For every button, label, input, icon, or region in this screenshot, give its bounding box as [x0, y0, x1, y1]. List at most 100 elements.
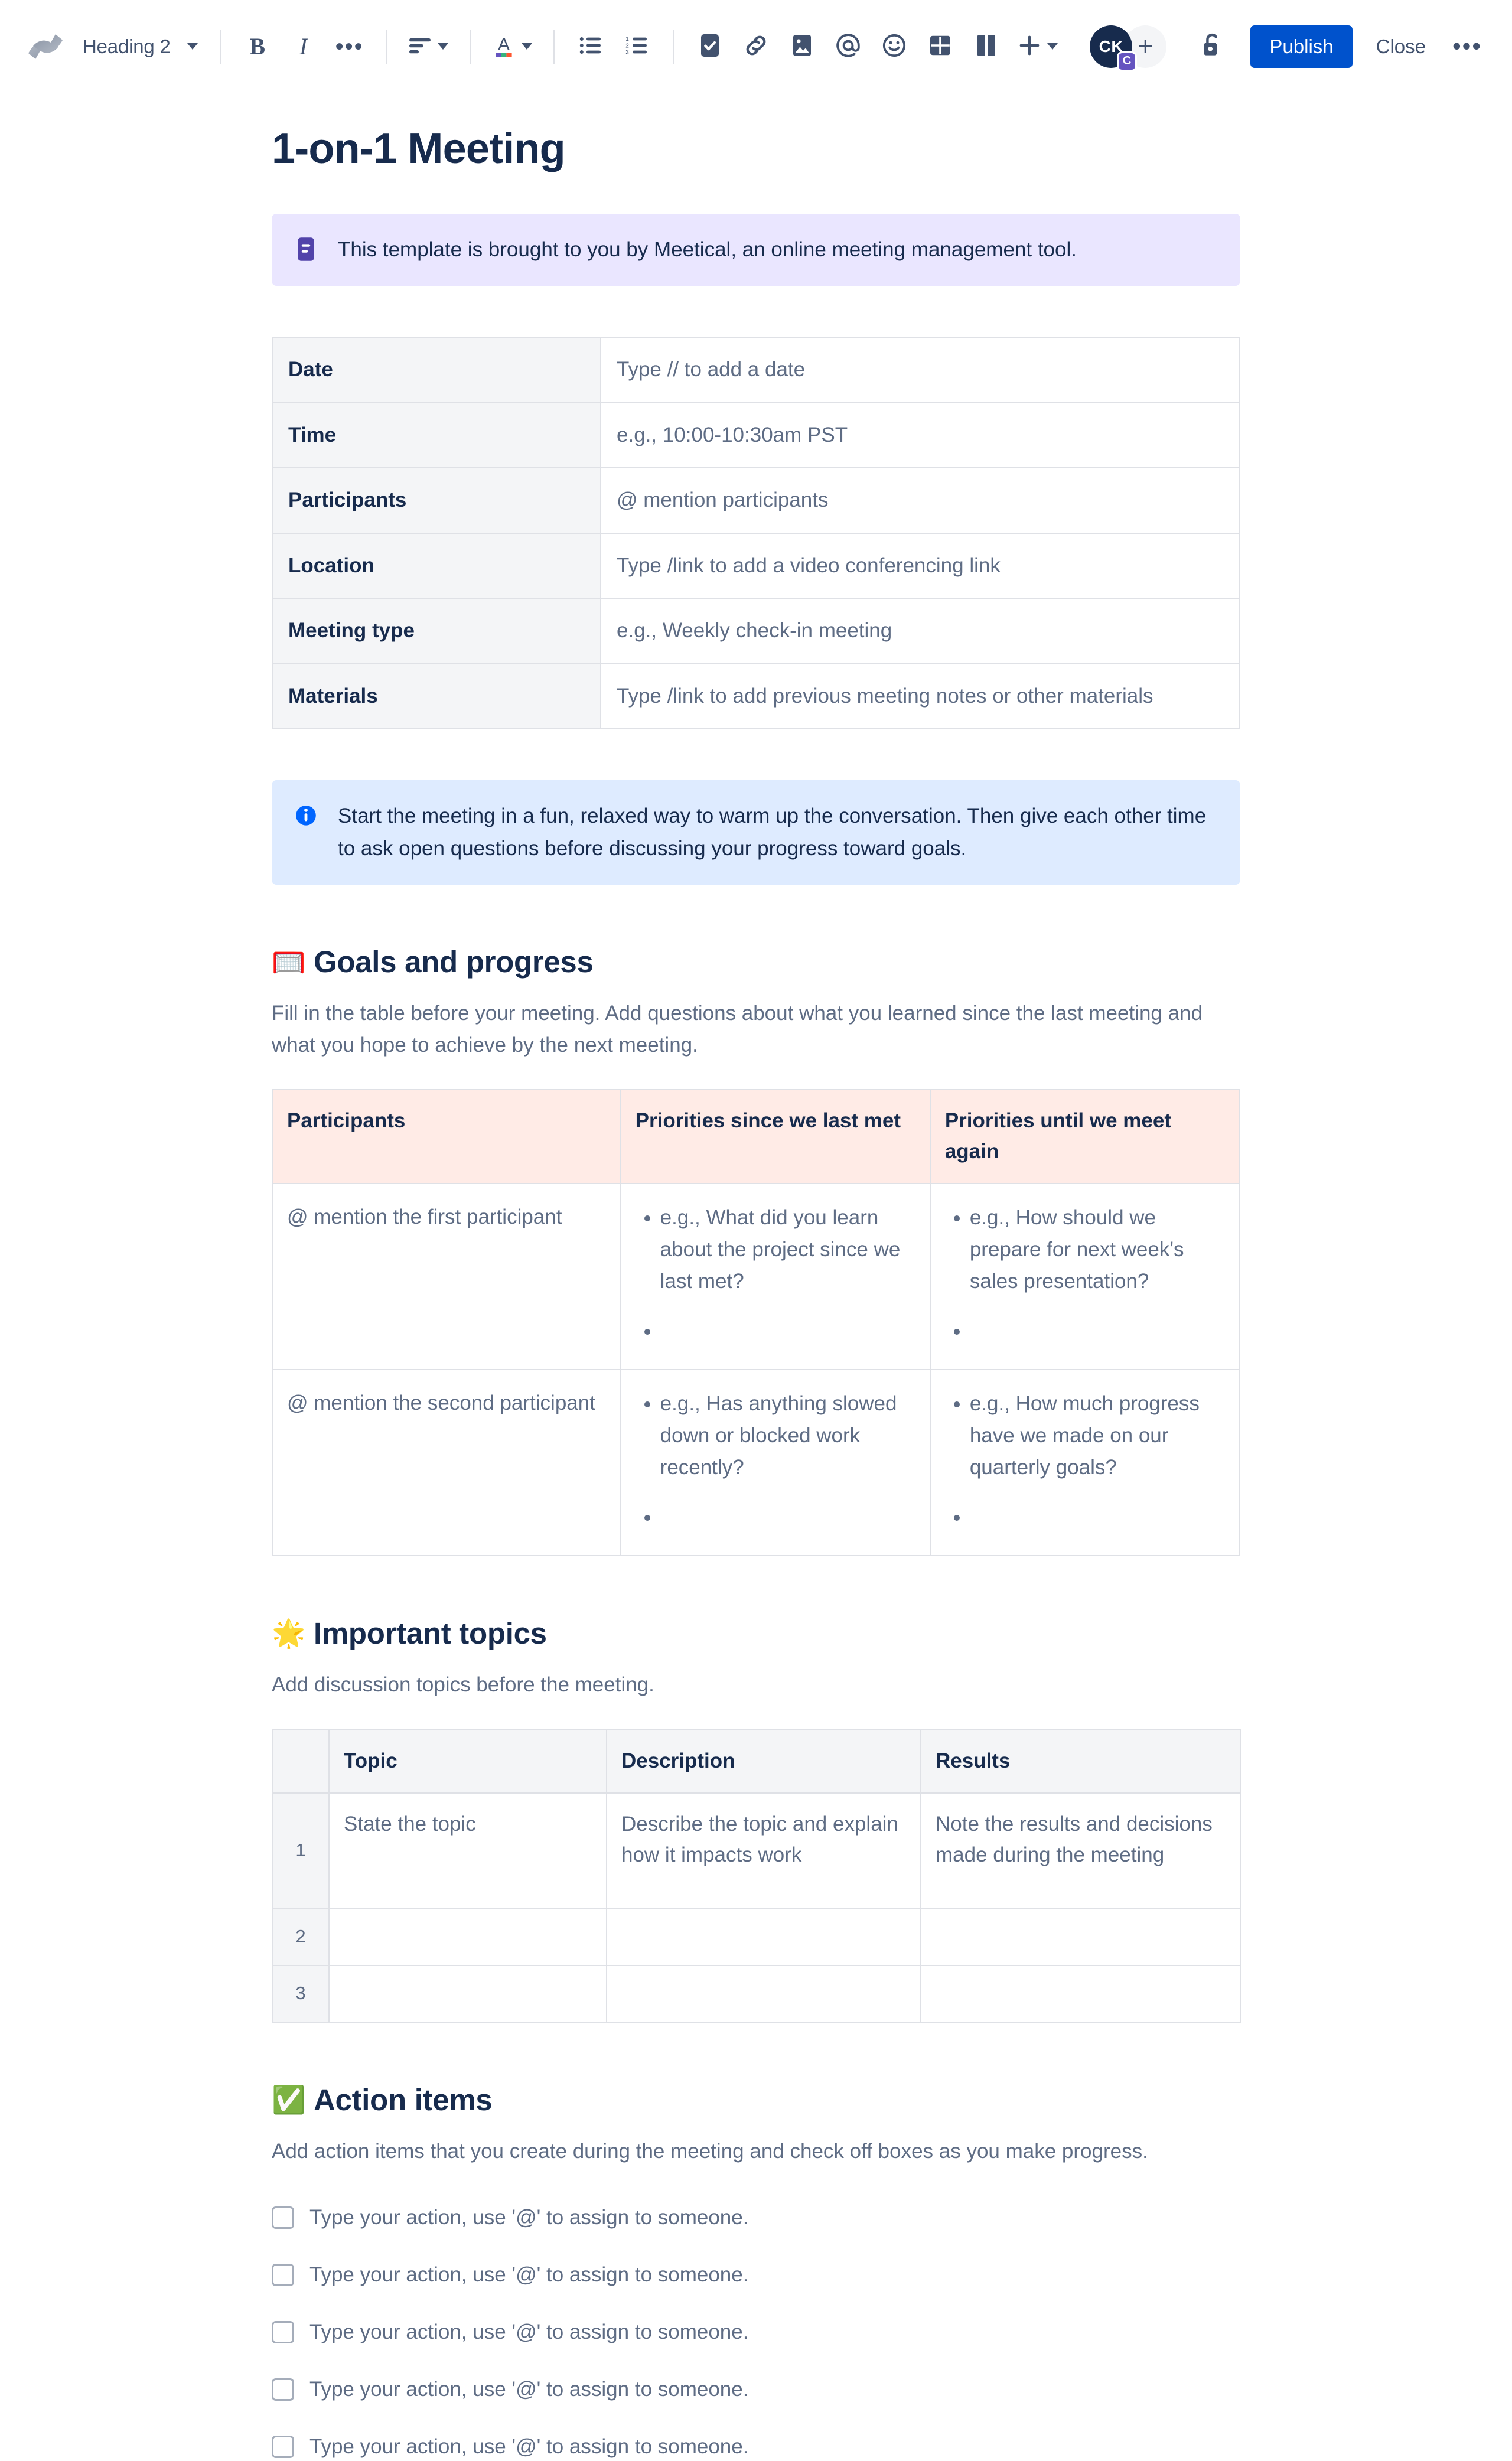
note-panel-text: This template is brought to you by Meeti…	[338, 238, 1077, 262]
meta-value[interactable]: e.g., 10:00-10:30am PST	[600, 402, 1240, 469]
list-item[interactable]: e.g., How much progress have we made on …	[970, 1388, 1225, 1484]
goals-until-cell[interactable]: e.g., How should we prepare for next wee…	[929, 1182, 1241, 1370]
text-color-button[interactable]: A	[484, 24, 540, 70]
goals-since-cell[interactable]: e.g., Has anything slowed down or blocke…	[620, 1368, 931, 1556]
list-item[interactable]	[970, 1501, 1225, 1533]
results-cell[interactable]: Note the results and decisions made duri…	[920, 1792, 1241, 1909]
meta-value[interactable]: @ mention participants	[600, 467, 1240, 534]
action-item-row: Type your action, use '@' to assign to s…	[272, 2375, 1240, 2404]
topic-cell[interactable]: State the topic	[328, 1792, 607, 1909]
results-cell[interactable]	[920, 1908, 1241, 1966]
action-item-row: Type your action, use '@' to assign to s…	[272, 2260, 1240, 2289]
topic-cell[interactable]	[328, 1908, 607, 1966]
action-item-row: Type your action, use '@' to assign to s…	[272, 2432, 1240, 2461]
action-item-checkbox[interactable]	[272, 2435, 294, 2458]
goals-participant-cell[interactable]: @ mention the second participant	[272, 1368, 621, 1556]
list-item[interactable]: e.g., Has anything slowed down or blocke…	[660, 1388, 915, 1484]
mention-at-icon	[835, 32, 861, 60]
emoji-smiley-icon	[881, 32, 907, 60]
text-align-button[interactable]	[400, 24, 457, 70]
meta-label: Time	[272, 402, 601, 469]
table-button[interactable]	[917, 24, 963, 70]
goals-participant-cell[interactable]: @ mention the first participant	[272, 1182, 621, 1370]
list-item[interactable]: e.g., What did you learn about the proje…	[660, 1202, 915, 1298]
close-button[interactable]: Close	[1360, 25, 1442, 68]
table-row: 3	[272, 1964, 1241, 2023]
emoji-button[interactable]	[871, 24, 917, 70]
goals-header-until: Priorities until we meet again	[929, 1088, 1241, 1184]
topics-header-description: Description	[606, 1729, 921, 1794]
mention-button[interactable]	[825, 24, 871, 70]
meta-label: Participants	[272, 467, 601, 534]
text-align-icon	[408, 36, 432, 57]
meta-value[interactable]: e.g., Weekly check-in meeting	[600, 598, 1240, 664]
description-cell[interactable]	[606, 1964, 921, 2023]
more-options-button[interactable]: •••	[1446, 25, 1488, 68]
text-style-dropdown[interactable]: Heading 2	[71, 24, 207, 70]
more-formatting-button[interactable]: •••	[327, 24, 373, 70]
goals-progress-table: Participants Priorities since we last me…	[272, 1088, 1241, 1556]
chevron-down-icon	[437, 43, 448, 50]
action-items-list: Type your action, use '@' to assign to s…	[272, 2203, 1240, 2461]
action-item-checkbox[interactable]	[272, 2378, 294, 2401]
toolbar-divider	[469, 29, 471, 64]
toolbar-divider	[672, 29, 674, 64]
meta-value[interactable]: Type /link to add a video conferencing l…	[600, 532, 1240, 599]
page-title[interactable]: 1-on-1 Meeting	[272, 125, 1240, 172]
chevron-down-icon	[521, 43, 532, 50]
action-item-row: Type your action, use '@' to assign to s…	[272, 2317, 1240, 2346]
confluence-logo-icon[interactable]	[20, 30, 71, 64]
task-button[interactable]	[687, 24, 733, 70]
bullet-list: e.g., What did you learn about the proje…	[636, 1202, 915, 1348]
svg-text:3: 3	[625, 50, 629, 56]
publish-button[interactable]: Publish	[1250, 25, 1353, 68]
insert-menu-button[interactable]	[1009, 24, 1066, 70]
action-item-checkbox[interactable]	[272, 2206, 294, 2229]
italic-button[interactable]: I	[281, 24, 327, 70]
list-item[interactable]: e.g., How should we prepare for next wee…	[970, 1202, 1225, 1298]
action-item-text[interactable]: Type your action, use '@' to assign to s…	[309, 2317, 748, 2346]
section-heading-action-items: ✅ Action items	[272, 2082, 1240, 2118]
task-checkbox-icon	[699, 32, 721, 60]
list-item[interactable]	[660, 1501, 915, 1533]
avatar[interactable]: CK C	[1090, 25, 1138, 71]
action-item-checkbox[interactable]	[272, 2320, 294, 2343]
numbered-list-button[interactable]: 1 2 3	[614, 24, 660, 70]
bold-button[interactable]: B	[234, 24, 281, 70]
section-description-topics: Add discussion topics before the meeting…	[272, 1673, 654, 1696]
action-item-text[interactable]: Type your action, use '@' to assign to s…	[309, 2260, 748, 2289]
avatar-badge: C	[1117, 51, 1138, 71]
goals-header-since: Priorities since we last met	[620, 1088, 931, 1184]
results-cell[interactable]	[920, 1964, 1241, 2023]
action-item-text[interactable]: Type your action, use '@' to assign to s…	[309, 2375, 748, 2404]
toolbar-divider	[220, 29, 221, 64]
restrictions-button[interactable]	[1189, 24, 1235, 70]
goals-until-cell[interactable]: e.g., How much progress have we made on …	[929, 1368, 1241, 1556]
more-formatting-icon: •••	[335, 33, 364, 60]
svg-text:2: 2	[625, 43, 629, 49]
text-style-label: Heading 2	[83, 35, 171, 57]
meta-value[interactable]: Type /link to add previous meeting notes…	[600, 663, 1240, 730]
goals-since-cell[interactable]: e.g., What did you learn about the proje…	[620, 1182, 931, 1370]
table-row: Location Type /link to add a video confe…	[272, 532, 1240, 599]
layout-button[interactable]	[963, 24, 1009, 70]
bullet-list-button[interactable]	[568, 24, 614, 70]
topics-header-results: Results	[920, 1729, 1241, 1794]
description-cell[interactable]: Describe the topic and explain how it im…	[606, 1792, 921, 1909]
topic-cell[interactable]	[328, 1964, 607, 2023]
svg-text:1: 1	[625, 36, 629, 43]
list-item[interactable]	[660, 1315, 915, 1347]
italic-icon: I	[299, 33, 308, 60]
list-item[interactable]	[970, 1315, 1225, 1347]
table-row: Meeting type e.g., Weekly check-in meeti…	[272, 598, 1240, 664]
description-cell[interactable]	[606, 1908, 921, 1966]
meta-value[interactable]: Type // to add a date	[600, 337, 1240, 403]
action-item-checkbox[interactable]	[272, 2263, 294, 2286]
document-body: 1-on-1 Meeting This template is brought …	[272, 93, 1241, 2461]
link-button[interactable]	[733, 24, 779, 70]
action-item-text[interactable]: Type your action, use '@' to assign to s…	[309, 2203, 748, 2232]
image-button[interactable]	[779, 24, 825, 70]
unlock-icon	[1200, 32, 1224, 61]
topics-header-number	[272, 1729, 330, 1794]
action-item-text[interactable]: Type your action, use '@' to assign to s…	[309, 2432, 748, 2461]
